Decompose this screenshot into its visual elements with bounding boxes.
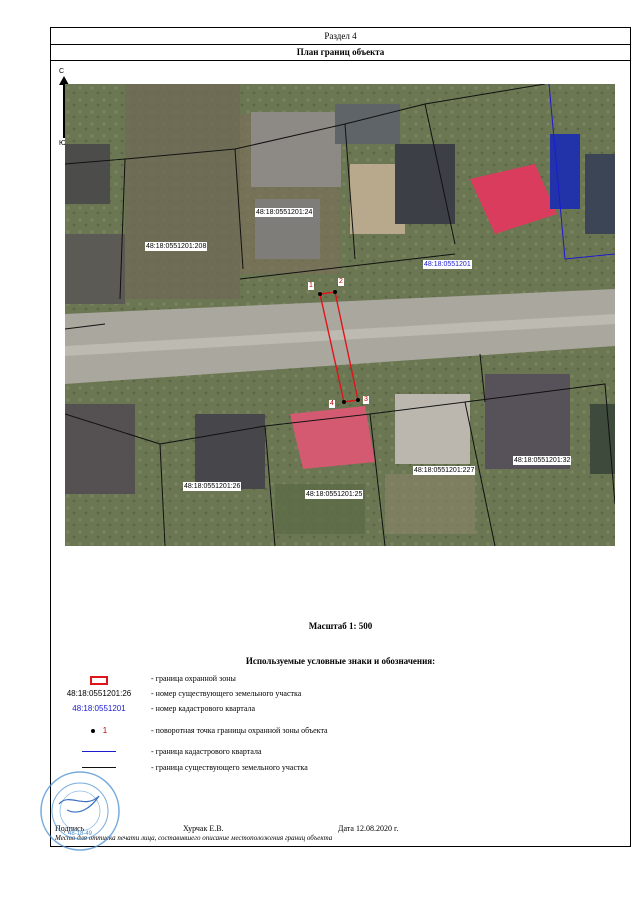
legend-row: 48:18:0551201:26 - номер существующего з…: [51, 689, 630, 703]
map-imagery: [65, 84, 615, 546]
quarter-label: 48:18:0551201: [423, 260, 472, 269]
parcel-label: 48:18:0551201:26: [183, 482, 242, 491]
parcel-number-sample: 48:18:0551201:26: [66, 689, 132, 698]
legend-row: - граница кадастрового квартала: [51, 747, 630, 761]
scale-text: Масштаб 1: 500: [308, 621, 373, 631]
quarter-number-sample: 48:18:0551201: [72, 704, 126, 713]
legend-text: - граница охранной зоны: [151, 674, 236, 683]
legend-text: - поворотная точка границы охранной зоны…: [151, 726, 328, 735]
parcel-label: 48:18:0551201:227: [413, 466, 476, 475]
parcel-label: 48:18:0551201:208: [145, 242, 208, 251]
legend-row: - граница охранной зоны: [51, 674, 630, 688]
legend-text: - номер кадастрового квартала: [151, 704, 256, 713]
turn-point-label: 2: [338, 278, 344, 286]
seal-stamp: 48-18-49: [40, 771, 120, 851]
signature-date: Дата 12.08.2020 г.: [338, 824, 399, 833]
turn-point-label: 4: [329, 400, 335, 408]
legend-row: 48:18:0551201 - номер кадастрового кварт…: [51, 704, 630, 718]
turn-point-label: 3: [363, 396, 369, 404]
quarter-line-swatch: [51, 747, 147, 756]
legend-title: Используемые условные знаки и обозначени…: [245, 656, 436, 666]
legend-text: - граница кадастрового квартала: [151, 747, 262, 756]
parcel-label: 48:18:0551201:25: [305, 490, 364, 499]
point-icon: [90, 728, 95, 733]
zone-border-swatch: [51, 674, 147, 687]
north-label: С: [59, 68, 65, 75]
stamp-text: 48-18-49: [68, 831, 93, 837]
legend-row: 1 - поворотная точка границы охранной зо…: [51, 726, 630, 740]
legend-row: - граница существующего земельного участ…: [51, 763, 630, 777]
legend-text: - граница существующего земельного участ…: [151, 763, 308, 772]
section-title: Раздел 4: [51, 28, 630, 45]
legend-text: - номер существующего земельного участка: [151, 689, 302, 698]
plan-title: План границ объекта: [51, 44, 630, 61]
parcel-label: 48:18:0551201:24: [255, 208, 314, 217]
turn-point-label: 1: [308, 282, 314, 290]
signature-row: Подпись Хурчак Е.В. Дата 12.08.2020 г.: [55, 824, 625, 833]
document-sheet: Раздел 4 План границ объекта С Ю 48:18:0…: [50, 27, 631, 847]
parcel-label: 48:18:0551201:32: [513, 456, 572, 465]
satellite-map: 48:18:0551201:208 48:18:0551201:24 48:18…: [65, 84, 615, 546]
signer-name: Хурчак Е.В.: [183, 824, 224, 833]
turn-point-sample: 1: [51, 726, 147, 735]
